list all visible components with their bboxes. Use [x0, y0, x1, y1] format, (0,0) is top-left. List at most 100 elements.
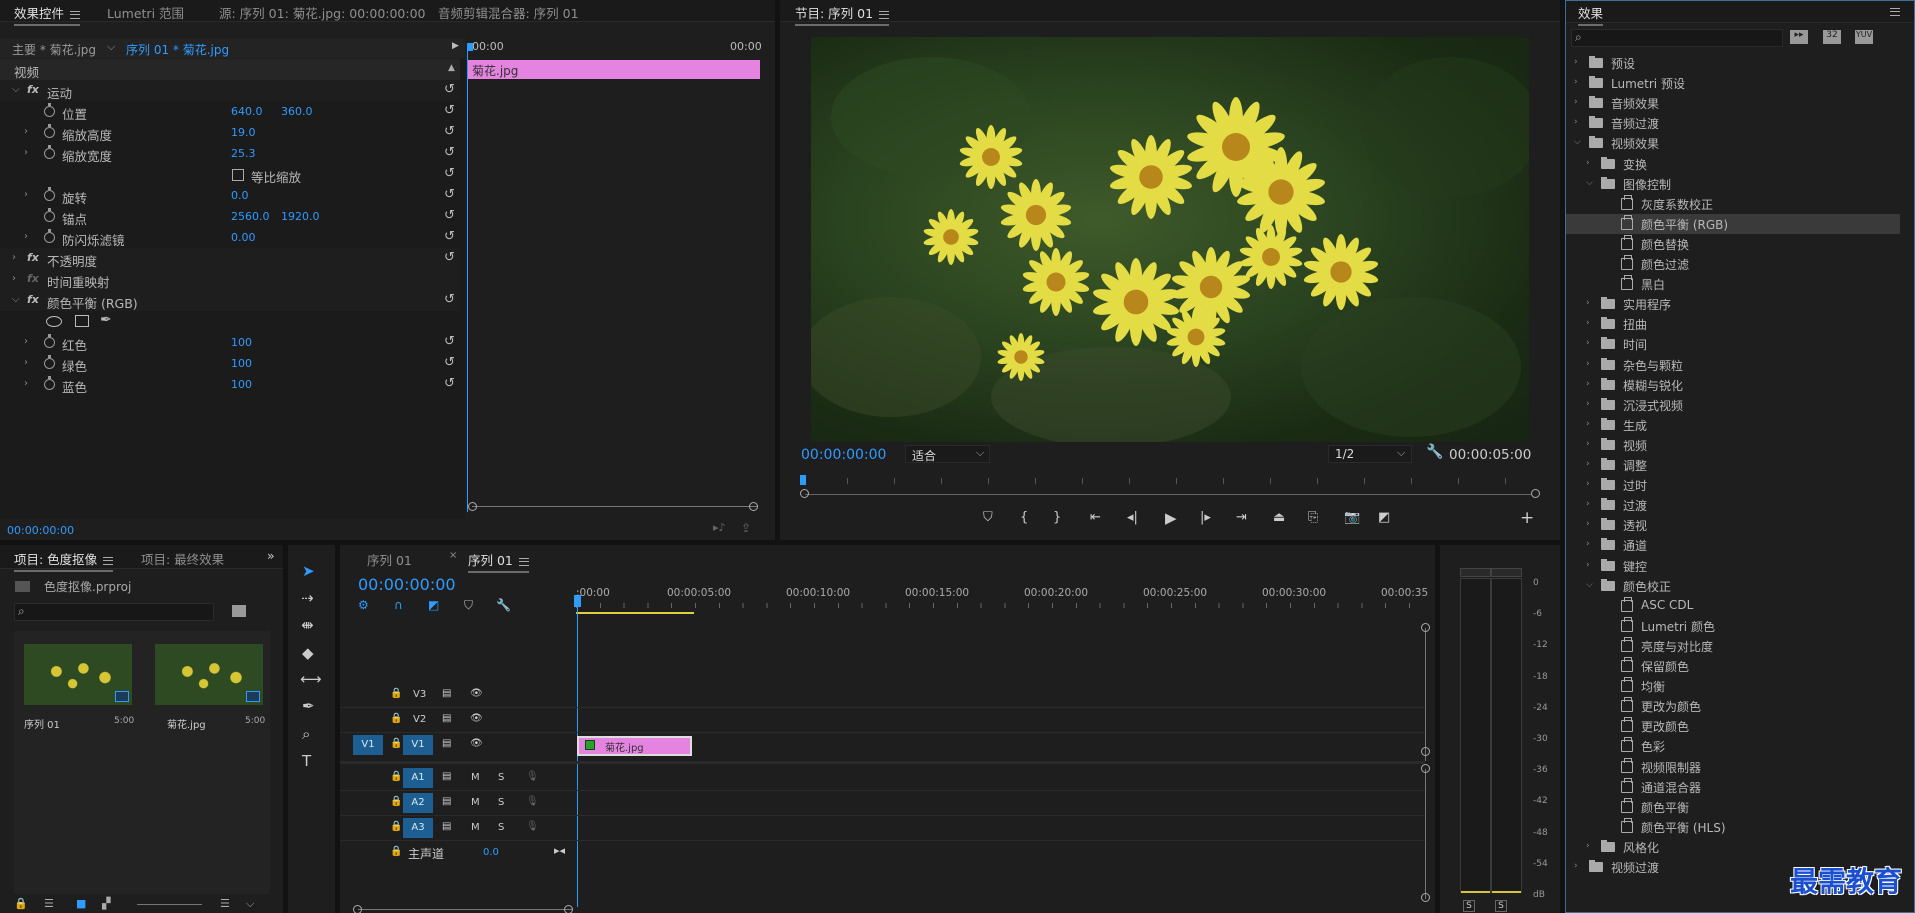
fx-icon[interactable]: fx — [27, 293, 39, 306]
solo-button[interactable]: S — [498, 797, 504, 808]
chevron-right-icon[interactable]: › — [1586, 158, 1590, 168]
fit-dropdown[interactable]: 适合 ⌵ — [905, 445, 990, 463]
track-v3-label[interactable]: V3 — [413, 689, 426, 700]
chevron-right-icon[interactable]: › — [1586, 318, 1590, 328]
chevron-right-icon[interactable]: › — [1586, 419, 1590, 429]
panel-menu-icon[interactable] — [70, 10, 81, 19]
effects-folder[interactable]: › 沉浸式视频 — [1566, 395, 1900, 415]
effects-folder[interactable]: › 音频过渡 — [1566, 113, 1900, 133]
effects-item[interactable]: 视频限制器 — [1566, 757, 1900, 777]
sequence-clip-label[interactable]: 序列 01 * 菊花.jpg — [126, 41, 229, 58]
sync-lock-icon[interactable]: ▤ — [442, 713, 451, 724]
stopwatch-icon[interactable] — [44, 334, 55, 348]
tab-lumetri-scopes[interactable]: Lumetri 范围 — [107, 3, 184, 22]
project-item-sequence[interactable]: 序列 01 5:00 — [24, 644, 134, 739]
pen-mask-icon[interactable]: ✒ — [100, 312, 112, 328]
sync-lock-icon[interactable]: ▤ — [442, 796, 451, 807]
fx-icon[interactable]: fx — [27, 251, 39, 264]
chevron-right-icon[interactable]: › — [1574, 97, 1578, 107]
effects-folder[interactable]: › 生成 — [1566, 415, 1900, 435]
effects-folder[interactable]: › 模糊与锐化 — [1566, 375, 1900, 395]
reset-icon[interactable]: ↺ — [444, 334, 455, 349]
accelerated-effects-icon[interactable]: ▸▸ — [1790, 30, 1808, 44]
expand-icon[interactable]: › — [12, 273, 16, 284]
opacity-row[interactable]: › fx 不透明度 ↺ — [0, 248, 460, 269]
lock-icon[interactable]: 🔒 — [390, 796, 402, 807]
chevron-right-icon[interactable]: › — [1586, 499, 1590, 509]
project-item-image[interactable]: 菊花.jpg 5:00 — [155, 644, 265, 739]
track-a3-label[interactable]: A3 — [403, 818, 433, 838]
effects-folder[interactable]: › Lumetri 预设 — [1566, 73, 1900, 93]
effects-folder[interactable]: › 过渡 — [1566, 495, 1900, 515]
chevron-right-icon[interactable]: › — [1586, 359, 1590, 369]
chevron-down-icon[interactable]: ⌵ — [1586, 580, 1593, 590]
track-select-tool-icon[interactable]: ⇢ — [301, 589, 314, 607]
effects-folder[interactable]: › 实用程序 — [1566, 294, 1900, 314]
effects-folder[interactable]: › 过时 — [1566, 475, 1900, 495]
timeline-timecode[interactable]: 00:00:00:00 — [358, 575, 456, 594]
collapse-icon[interactable]: ⌵ — [12, 294, 20, 305]
add-marker-icon[interactable]: ⛉ — [983, 510, 993, 525]
reset-icon[interactable]: ↺ — [444, 103, 455, 118]
effects-folder[interactable]: › 预设 — [1566, 53, 1900, 73]
sync-lock-icon[interactable]: ▤ — [442, 771, 451, 782]
source-patch-v1[interactable]: V1 — [353, 735, 383, 755]
chevron-right-icon[interactable]: › — [1586, 841, 1590, 851]
type-tool-icon[interactable]: T — [302, 752, 311, 770]
anchor-x-value[interactable]: 2560.0 — [231, 210, 270, 223]
tab-program[interactable]: 节目: 序列 01 — [795, 3, 890, 26]
lock-icon[interactable]: 🔒 — [390, 738, 402, 749]
stopwatch-icon[interactable] — [44, 187, 55, 201]
collapse-icon[interactable]: ⌵ — [12, 84, 20, 95]
zoom-handle-left[interactable] — [800, 489, 809, 498]
v-scroll-handle-bottom[interactable] — [1421, 747, 1430, 756]
chevron-right-icon[interactable]: › — [1586, 560, 1590, 570]
panel-menu-icon[interactable] — [518, 557, 529, 566]
sync-lock-icon[interactable]: ▤ — [442, 688, 451, 699]
effects-item[interactable]: 色彩 — [1566, 736, 1900, 756]
expand-icon[interactable]: › — [24, 189, 28, 200]
scale-height-value[interactable]: 19.0 — [231, 126, 256, 139]
ec-zoom-handle-left[interactable] — [468, 502, 477, 511]
stopwatch-icon[interactable] — [44, 124, 55, 138]
ec-timecode[interactable]: 00:00:00:00 — [7, 524, 74, 537]
find-icon[interactable] — [232, 605, 246, 617]
hand-tool-icon[interactable]: ⌕ — [302, 725, 310, 743]
stopwatch-icon[interactable] — [44, 229, 55, 243]
zoom-handle-right[interactable] — [1531, 489, 1540, 498]
effects-item[interactable]: 颜色替换 — [1566, 234, 1900, 254]
effects-item[interactable]: 更改为颜色 — [1566, 696, 1900, 716]
lock-icon[interactable]: 🔒 — [390, 821, 402, 832]
green-value[interactable]: 100 — [231, 357, 252, 370]
mute-button[interactable]: M — [471, 822, 480, 833]
ec-zoom-bar[interactable] — [472, 506, 757, 507]
razor-tool-icon[interactable]: ◆ — [302, 644, 314, 662]
time-remap-row[interactable]: › fx 时间重映射 — [0, 269, 460, 290]
more-panels-icon[interactable]: » — [267, 548, 275, 563]
eye-icon[interactable]: 👁 — [470, 688, 483, 699]
effects-item[interactable]: 更改颜色 — [1566, 716, 1900, 736]
effects-folder[interactable]: ⌵ 图像控制 — [1566, 174, 1900, 194]
anchor-y-value[interactable]: 1920.0 — [281, 210, 320, 223]
track-a1-label[interactable]: A1 — [403, 768, 433, 788]
effects-item[interactable]: 颜色过滤 — [1566, 254, 1900, 274]
reset-icon[interactable]: ↺ — [444, 124, 455, 139]
effects-item[interactable]: 保留颜色 — [1566, 656, 1900, 676]
reset-icon[interactable]: ↺ — [444, 145, 455, 160]
compare-icon[interactable]: ◩ — [1378, 510, 1390, 525]
chevron-down-icon[interactable]: ⌵ — [1574, 137, 1581, 147]
work-area-bar[interactable] — [576, 612, 694, 614]
chevron-right-icon[interactable]: › — [1586, 338, 1590, 348]
effects-item[interactable]: 颜色平衡 (HLS) — [1566, 817, 1900, 837]
effects-item[interactable]: Lumetri 颜色 — [1566, 616, 1900, 636]
tab-source[interactable]: 源: 序列 01: 菊花.jpg: 00:00:00:00 — [219, 3, 426, 22]
color-balance-row[interactable]: ⌵ fx 颜色平衡 (RGB) ↺ — [0, 290, 460, 311]
eye-icon[interactable]: 👁 — [470, 738, 483, 749]
share-icon[interactable]: ⇪ — [741, 521, 751, 535]
expand-icon[interactable]: › — [24, 231, 28, 242]
camera-icon[interactable]: 📷 — [1344, 510, 1360, 525]
chevron-down-icon[interactable]: ⌵ — [1586, 178, 1593, 188]
blue-value[interactable]: 100 — [231, 378, 252, 391]
scroll-handle-left[interactable] — [353, 905, 362, 913]
play-only-icon[interactable]: ▶ — [452, 41, 459, 51]
